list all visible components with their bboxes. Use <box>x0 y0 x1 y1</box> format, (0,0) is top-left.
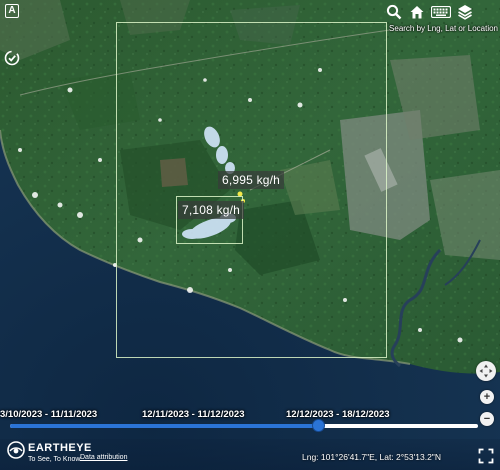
zoom-out-button[interactable]: − <box>480 412 494 426</box>
data-attribution-link[interactable]: Data attribution <box>80 454 127 461</box>
search-hint-text: Search by Lng, Lat or Location <box>389 24 498 33</box>
timeline-period-label[interactable]: 3/10/2023 - 11/11/2023 <box>0 409 97 420</box>
area-of-interest-outline <box>116 22 387 358</box>
zoom-in-button[interactable]: + <box>480 390 494 404</box>
timeline-progress <box>10 424 319 428</box>
check-badge-icon[interactable] <box>4 50 20 66</box>
brand-tagline: To See, To Know. <box>28 456 82 463</box>
label-toggle-icon[interactable]: A <box>5 4 19 18</box>
keyboard-icon[interactable] <box>431 6 451 18</box>
timeline-period-label[interactable]: 12/12/2023 - 18/12/2023 <box>286 409 390 420</box>
eartheye-logo-icon <box>7 441 25 459</box>
brand-name: EARTHEYE <box>28 442 92 454</box>
timeline-period-label[interactable]: 12/11/2023 - 11/12/2023 <box>142 409 245 420</box>
label-toggle-glyph: A <box>8 5 16 16</box>
pan-control-icon[interactable] <box>476 361 496 381</box>
cursor-coordinates: Lng: 101°26'41.7"E, Lat: 2°53'13.2"N <box>302 452 441 462</box>
map-viewer[interactable]: 6,995 kg/h 7,108 kg/h A Search by Lng, L… <box>0 0 500 470</box>
emission-rate-label[interactable]: 6,995 kg/h <box>218 171 285 189</box>
layers-icon[interactable] <box>457 4 473 20</box>
fullscreen-icon[interactable] <box>478 448 494 464</box>
emission-rate-label[interactable]: 7,108 kg/h <box>178 201 245 219</box>
home-icon[interactable] <box>409 4 425 20</box>
search-icon[interactable] <box>386 4 402 20</box>
